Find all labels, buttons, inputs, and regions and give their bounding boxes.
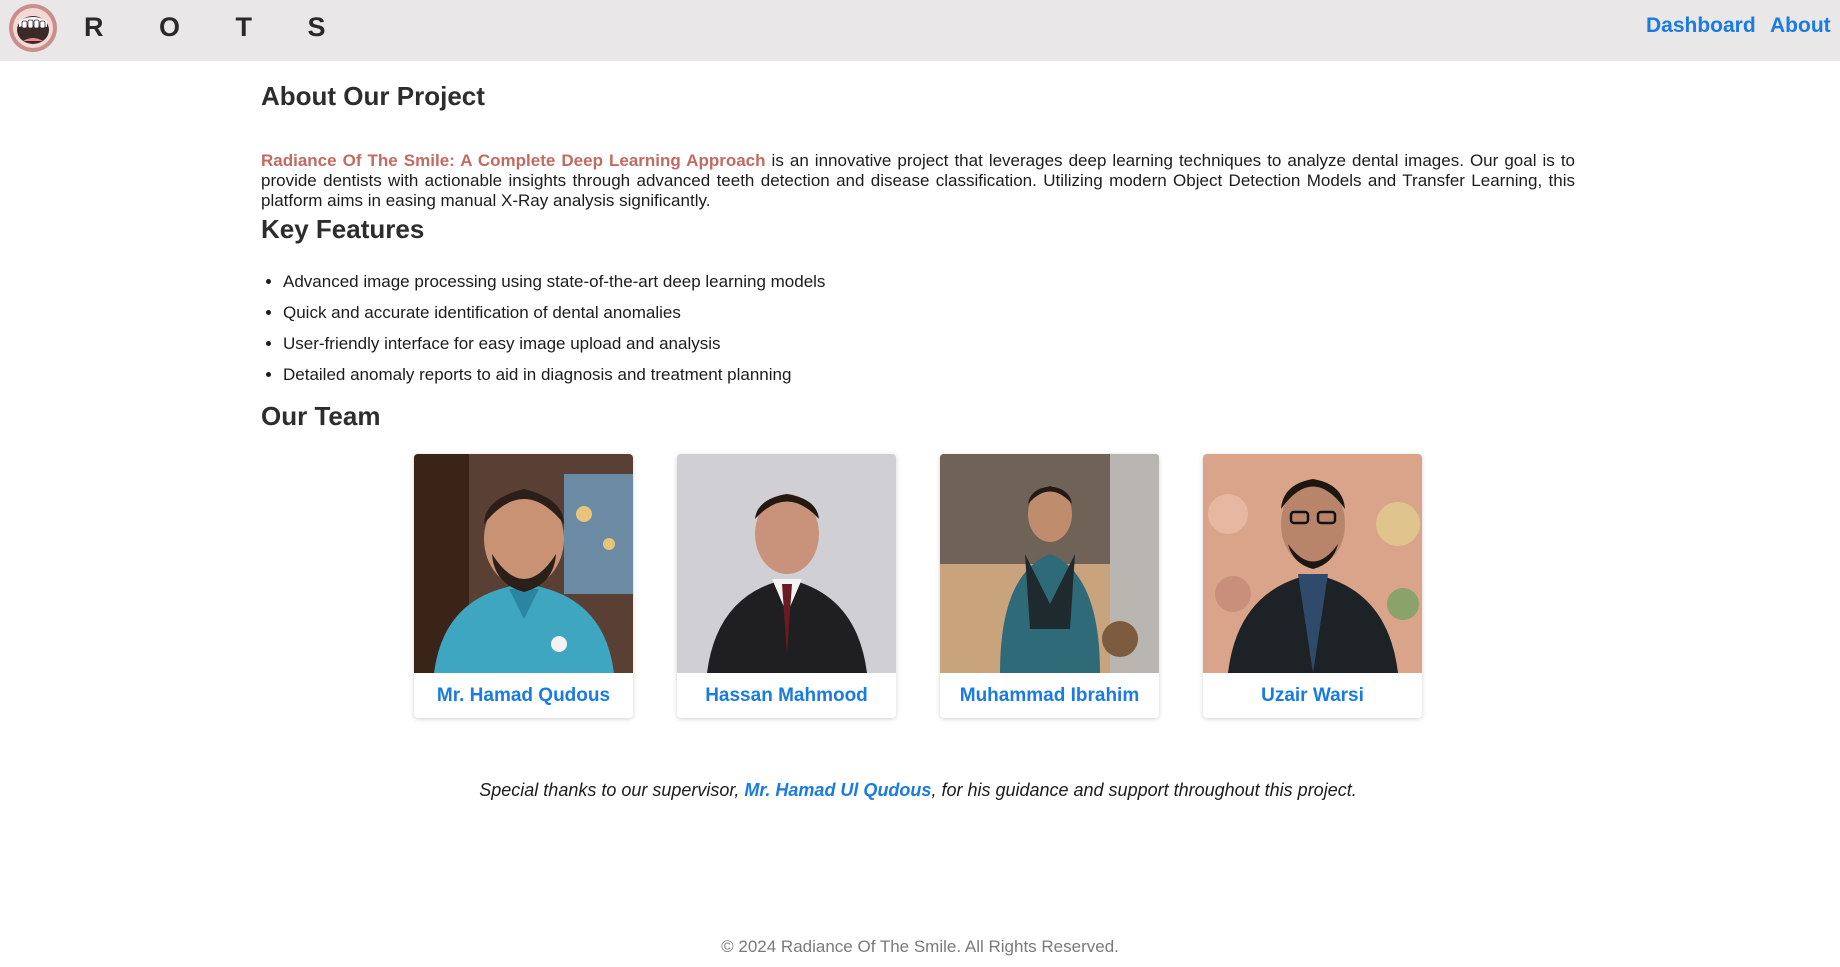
team-member-photo [677,454,896,673]
supervisor-name[interactable]: Mr. Hamad Ul Qudous [744,780,931,800]
project-description: Radiance Of The Smile: A Complete Deep L… [261,151,1575,211]
team-member-photo [940,454,1159,673]
nav-link-dashboard[interactable]: Dashboard [1646,14,1756,38]
team-member-name[interactable]: Mr. Hamad Qudous [414,673,633,718]
team-member-name[interactable]: Muhammad Ibrahim [940,673,1159,718]
thanks-suffix: , for his guidance and support throughou… [931,780,1357,800]
thanks-prefix: Special thanks to our supervisor, [479,780,745,800]
navbar: R O T S Dashboard About [0,0,1840,61]
team-member-photo [1203,454,1422,673]
feature-item: Advanced image processing using state-of… [283,266,825,297]
team-heading: Our Team [261,401,381,431]
nav-link-about[interactable]: About [1770,14,1831,38]
team-card[interactable]: Muhammad Ibrahim [940,454,1159,718]
about-heading: About Our Project [261,81,485,111]
supervisor-thanks: Special thanks to our supervisor, Mr. Ha… [261,780,1575,801]
feature-item: Detailed anomaly reports to aid in diagn… [283,359,825,390]
footer-copyright: © 2024 Radiance Of The Smile. All Rights… [721,937,1119,956]
team-card[interactable]: Uzair Warsi [1203,454,1422,718]
tooth-smile-logo-icon[interactable] [8,3,58,53]
team-card[interactable]: Mr. Hamad Qudous [414,454,633,718]
team-member-name[interactable]: Uzair Warsi [1203,673,1422,718]
project-name: Radiance Of The Smile: A Complete Deep L… [261,151,766,170]
feature-item: Quick and accurate identification of den… [283,297,825,328]
key-features-heading: Key Features [261,214,425,244]
feature-item: User-friendly interface for easy image u… [283,328,825,359]
features-list: Advanced image processing using state-of… [261,266,825,390]
team-card[interactable]: Hassan Mahmood [677,454,896,718]
team-member-name[interactable]: Hassan Mahmood [677,673,896,718]
brand-name[interactable]: R O T S [84,12,350,43]
team-member-photo [414,454,633,673]
